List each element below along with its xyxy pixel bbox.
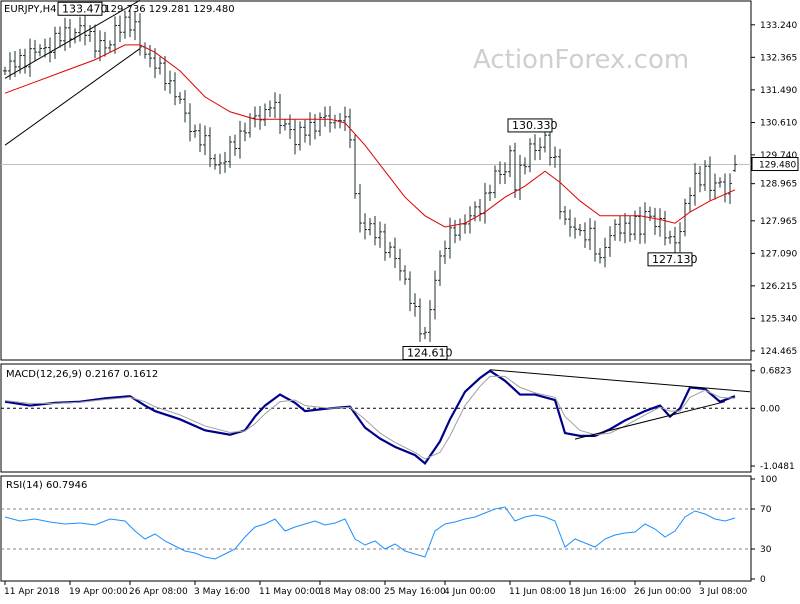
rsi-ytick-label: 100 [760, 475, 777, 485]
price-ytick-label: 126.215 [760, 282, 797, 292]
price-ytick-label: 128.965 [760, 180, 797, 190]
price-annotation-label: 127.130 [652, 253, 698, 266]
price-ytick-label: 127.090 [760, 249, 797, 259]
price-annotation: 133.470 [57, 1, 108, 16]
price-ytick-label: 127.965 [760, 217, 797, 227]
x-tick-label: 3 May 16:00 [194, 587, 250, 597]
current-price-tag-label: 129.480 [759, 161, 796, 171]
x-tick-label: 18 May 08:00 [319, 587, 381, 597]
rsi-ytick-label: 70 [760, 505, 772, 515]
rsi-panel-title: RSI(14) 60.7946 [6, 480, 87, 491]
x-tick-label: 11 Apr 2018 [4, 587, 60, 597]
price-annotation: 130.330 [507, 118, 558, 133]
rsi-ytick-label: 30 [760, 545, 772, 555]
price-panel-title: EURJPY,H4 129.317 129.736 129.281 129.48… [4, 4, 235, 15]
price-annotation: 127.130 [647, 252, 698, 267]
macd-panel-title: MACD(12,26,9) 0.2167 0.1612 [6, 369, 158, 380]
macd-ytick-label: 0.6823 [760, 367, 792, 377]
price-ytick-label: 133.240 [760, 21, 797, 31]
chart-root: ActionForex.com EURJPY,H4 129.317 129.73… [0, 0, 800, 600]
rsi-ytick-label: 0 [760, 575, 766, 585]
price-annotation: 124.610 [402, 345, 453, 360]
current-price-tag: 129.480 [751, 157, 799, 172]
price-ytick-label: 130.610 [760, 119, 797, 129]
price-ytick-label: 125.340 [760, 314, 797, 324]
price-ytick-label: 132.365 [760, 53, 797, 63]
x-tick-label: 3 Jul 08:00 [699, 587, 748, 597]
x-tick-label: 26 Jun 00:00 [634, 587, 691, 597]
watermark-text: ActionForex.com [473, 45, 689, 75]
macd-ytick-label: -1.0481 [760, 462, 795, 472]
price-annotation-label: 130.330 [512, 119, 558, 132]
price-annotation-label: 124.610 [407, 346, 453, 359]
x-tick-label: 19 Apr 00:00 [69, 587, 128, 597]
x-tick-label: 11 May 00:00 [259, 587, 321, 597]
x-tick-label: 4 Jun 00:00 [444, 587, 496, 597]
x-tick-label: 26 Apr 08:00 [129, 587, 188, 597]
macd-ytick-label: 0.00 [760, 404, 780, 414]
x-tick-label: 11 Jun 08:00 [509, 587, 566, 597]
x-tick-label: 18 Jun 16:00 [569, 587, 626, 597]
x-tick-label: 25 May 16:00 [384, 587, 446, 597]
rsi-panel-frame [0, 475, 752, 582]
price-annotation-label: 133.470 [62, 2, 108, 15]
price-ytick-label: 124.465 [760, 347, 797, 357]
chart-svg: ActionForex.com EURJPY,H4 129.317 129.73… [0, 0, 799, 597]
price-ytick-label: 131.490 [760, 86, 797, 96]
